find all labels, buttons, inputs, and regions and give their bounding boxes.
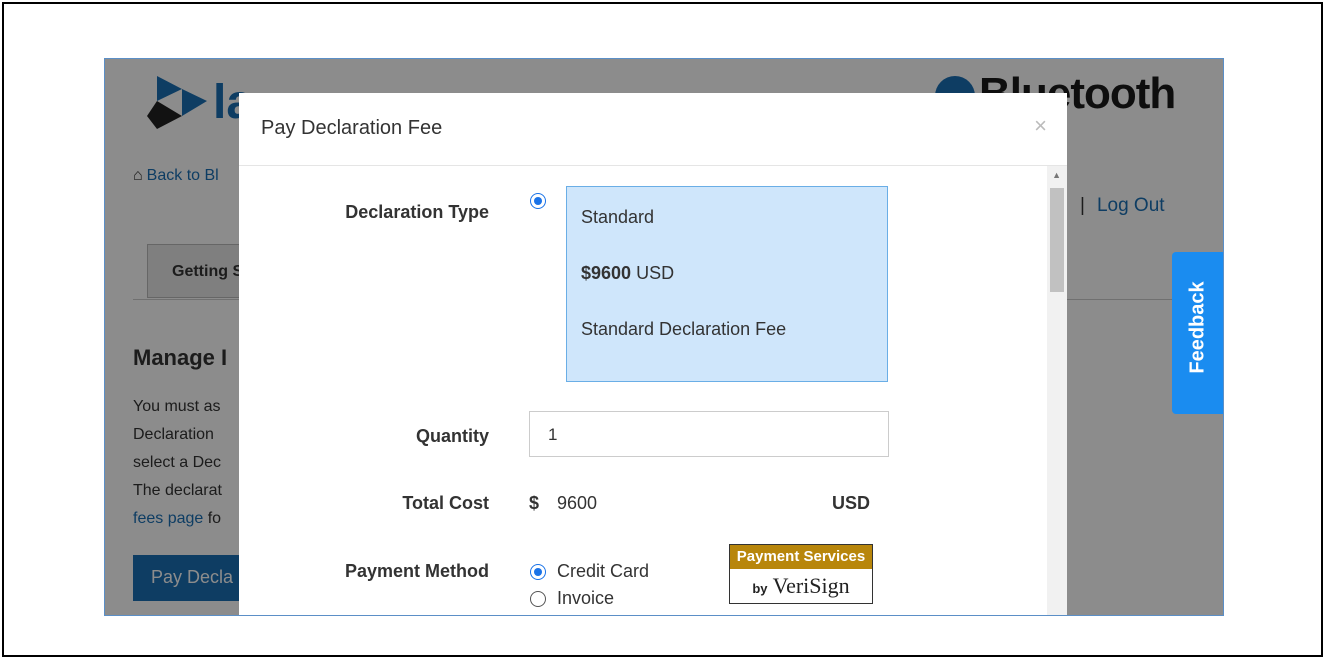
payment-credit-card-radio[interactable] (530, 564, 546, 580)
total-cost-value: 9600 (557, 493, 598, 513)
declaration-option-standard[interactable]: Standard $9600 USD Standard Declaration … (566, 186, 888, 382)
declaration-price-amount: $9600 (581, 263, 632, 283)
modal-header: Pay Declaration Fee × (239, 93, 1067, 166)
quantity-input[interactable]: 1 (529, 411, 889, 457)
declaration-option-price: $9600 USD (581, 263, 674, 284)
payment-invoice-label[interactable]: Invoice (557, 588, 614, 609)
declaration-type-radio[interactable] (530, 193, 546, 209)
verisign-brand: VeriSign (772, 573, 850, 598)
total-cost-currency: USD (832, 493, 871, 513)
modal-title: Pay Declaration Fee (261, 117, 443, 139)
verisign-badge: Payment Services by VeriSign (729, 544, 873, 604)
feedback-tab[interactable]: Feedback (1172, 252, 1223, 414)
close-icon[interactable]: × (1034, 113, 1047, 139)
verisign-by: by (752, 581, 768, 596)
modal-body: ▲ ▼ Declaration Type Standard $9600 USD … (239, 166, 1067, 615)
pay-fee-modal: Pay Declaration Fee × ▲ ▼ Declaration Ty… (239, 93, 1067, 615)
payment-invoice-radio[interactable] (530, 591, 546, 607)
total-cost-symbol: $ (529, 493, 540, 513)
feedback-label: Feedback (1186, 281, 1209, 374)
quantity-label: Quantity (415, 426, 489, 446)
browser-viewport: la Bluetooth ⌂ Back to Bl | Log Out Gettin… (104, 58, 1224, 616)
payment-method-label: Payment Method (344, 561, 489, 581)
total-cost-label: Total Cost (402, 493, 489, 513)
declaration-option-description: Standard Declaration Fee (581, 319, 787, 339)
scroll-up-icon[interactable]: ▲ (1052, 170, 1061, 180)
declaration-price-currency: USD (636, 263, 675, 283)
declaration-option-name: Standard (581, 207, 655, 227)
declaration-type-label: Declaration Type (345, 202, 489, 222)
verisign-badge-brand: by VeriSign (730, 569, 872, 603)
scrollbar[interactable]: ▲ ▼ (1047, 166, 1067, 615)
verisign-badge-top: Payment Services (730, 545, 872, 569)
payment-credit-card-label[interactable]: Credit Card (557, 561, 649, 582)
scrollbar-thumb[interactable] (1050, 188, 1064, 292)
